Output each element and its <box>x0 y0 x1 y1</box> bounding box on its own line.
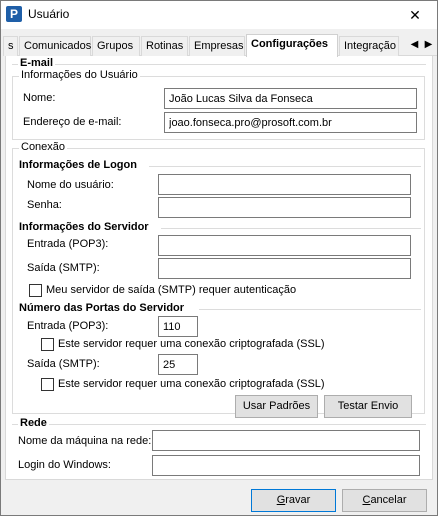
tab-label: Grupos <box>97 40 134 52</box>
config-panel: E-mail Informações do Usuário Nome: Ende… <box>5 56 433 480</box>
window-title: Usuário <box>28 7 70 21</box>
network-group: Rede Nome da máquina na rede: Login do W… <box>12 417 426 476</box>
user-dialog: P Usuário ✕ s Comunicados Grupos Rotinas… <box>0 0 438 516</box>
email-field[interactable] <box>164 112 417 133</box>
tab-scroll-left-icon[interactable]: ◀ <box>408 36 421 54</box>
tab-configuracoes[interactable]: Configurações <box>246 34 338 57</box>
logon-divider <box>149 166 421 167</box>
incoming-ssl-checkbox[interactable] <box>41 338 54 351</box>
tab-grupos[interactable]: Grupos <box>92 36 140 56</box>
outgoing-server-field[interactable] <box>158 258 411 279</box>
close-icon[interactable]: ✕ <box>393 1 437 29</box>
title-bar[interactable]: P Usuário ✕ <box>1 1 437 29</box>
tab-label: Empresas <box>194 40 244 52</box>
tab-partial[interactable]: s <box>3 36 18 56</box>
name-field[interactable] <box>164 88 417 109</box>
server-divider <box>161 228 421 229</box>
tab-label: Integração <box>344 40 396 52</box>
machine-name-field[interactable] <box>152 430 420 451</box>
outgoing-ssl-checkbox[interactable] <box>41 378 54 391</box>
use-defaults-button[interactable]: Usar Padrões <box>235 395 318 418</box>
email-label: Endereço de e-mail: <box>23 116 122 128</box>
tab-integracao[interactable]: Integração <box>339 36 399 56</box>
server-heading: Informações do Servidor <box>19 221 149 233</box>
tab-scroll-right-icon[interactable]: ▶ <box>422 36 435 54</box>
windows-login-label: Login do Windows: <box>18 459 111 471</box>
outgoing-ssl-label[interactable]: Este servidor requer uma conexão criptog… <box>58 378 325 390</box>
email-legend: E-mail <box>18 57 56 69</box>
connection-legend: Conexão <box>19 141 68 153</box>
ports-divider <box>199 309 421 310</box>
tab-comunicados[interactable]: Comunicados <box>19 36 91 56</box>
password-label: Senha: <box>27 199 62 211</box>
outgoing-port-field[interactable] <box>158 354 198 375</box>
incoming-server-label: Entrada (POP3): <box>27 238 109 250</box>
tab-label: s <box>8 40 14 52</box>
user-info-legend: Informações do Usuário <box>19 69 140 81</box>
tab-rotinas[interactable]: Rotinas <box>141 36 188 56</box>
tab-label: Configurações <box>251 38 329 50</box>
username-field[interactable] <box>158 174 411 195</box>
tab-label: Rotinas <box>146 40 184 52</box>
connection-group: Conexão Informações de Logon Nome do usu… <box>12 141 425 418</box>
smtp-auth-checkbox[interactable] <box>29 284 42 297</box>
logon-heading: Informações de Logon <box>19 159 137 171</box>
smtp-auth-label[interactable]: Meu servidor de saída (SMTP) requer aute… <box>46 284 296 296</box>
tab-strip: s Comunicados Grupos Rotinas Empresas Co… <box>3 34 437 57</box>
username-label: Nome do usuário: <box>27 179 114 191</box>
user-info-group: Informações do Usuário Nome: Endereço de… <box>12 69 425 140</box>
ports-heading: Número das Portas do Servidor <box>19 302 185 314</box>
cancel-button[interactable]: Cancelar <box>342 489 427 512</box>
incoming-ssl-label[interactable]: Este servidor requer uma conexão criptog… <box>58 338 325 350</box>
incoming-server-field[interactable] <box>158 235 411 256</box>
tab-label: Comunicados <box>24 40 92 52</box>
tab-empresas[interactable]: Empresas <box>189 36 245 56</box>
outgoing-port-label: Saída (SMTP): <box>27 358 100 370</box>
network-legend: Rede <box>18 417 49 429</box>
windows-login-field[interactable] <box>152 455 420 476</box>
incoming-port-label: Entrada (POP3): <box>27 320 109 332</box>
save-button[interactable]: Gravar <box>251 489 336 512</box>
email-group: E-mail Informações do Usuário Nome: Ende… <box>12 57 426 418</box>
outgoing-server-label: Saída (SMTP): <box>27 262 100 274</box>
password-field[interactable] <box>158 197 411 218</box>
test-send-button[interactable]: Testar Envio <box>324 395 412 418</box>
machine-name-label: Nome da máquina na rede: <box>18 435 152 447</box>
incoming-port-field[interactable] <box>158 316 198 337</box>
name-label: Nome: <box>23 92 56 104</box>
app-logo-icon: P <box>6 6 22 22</box>
